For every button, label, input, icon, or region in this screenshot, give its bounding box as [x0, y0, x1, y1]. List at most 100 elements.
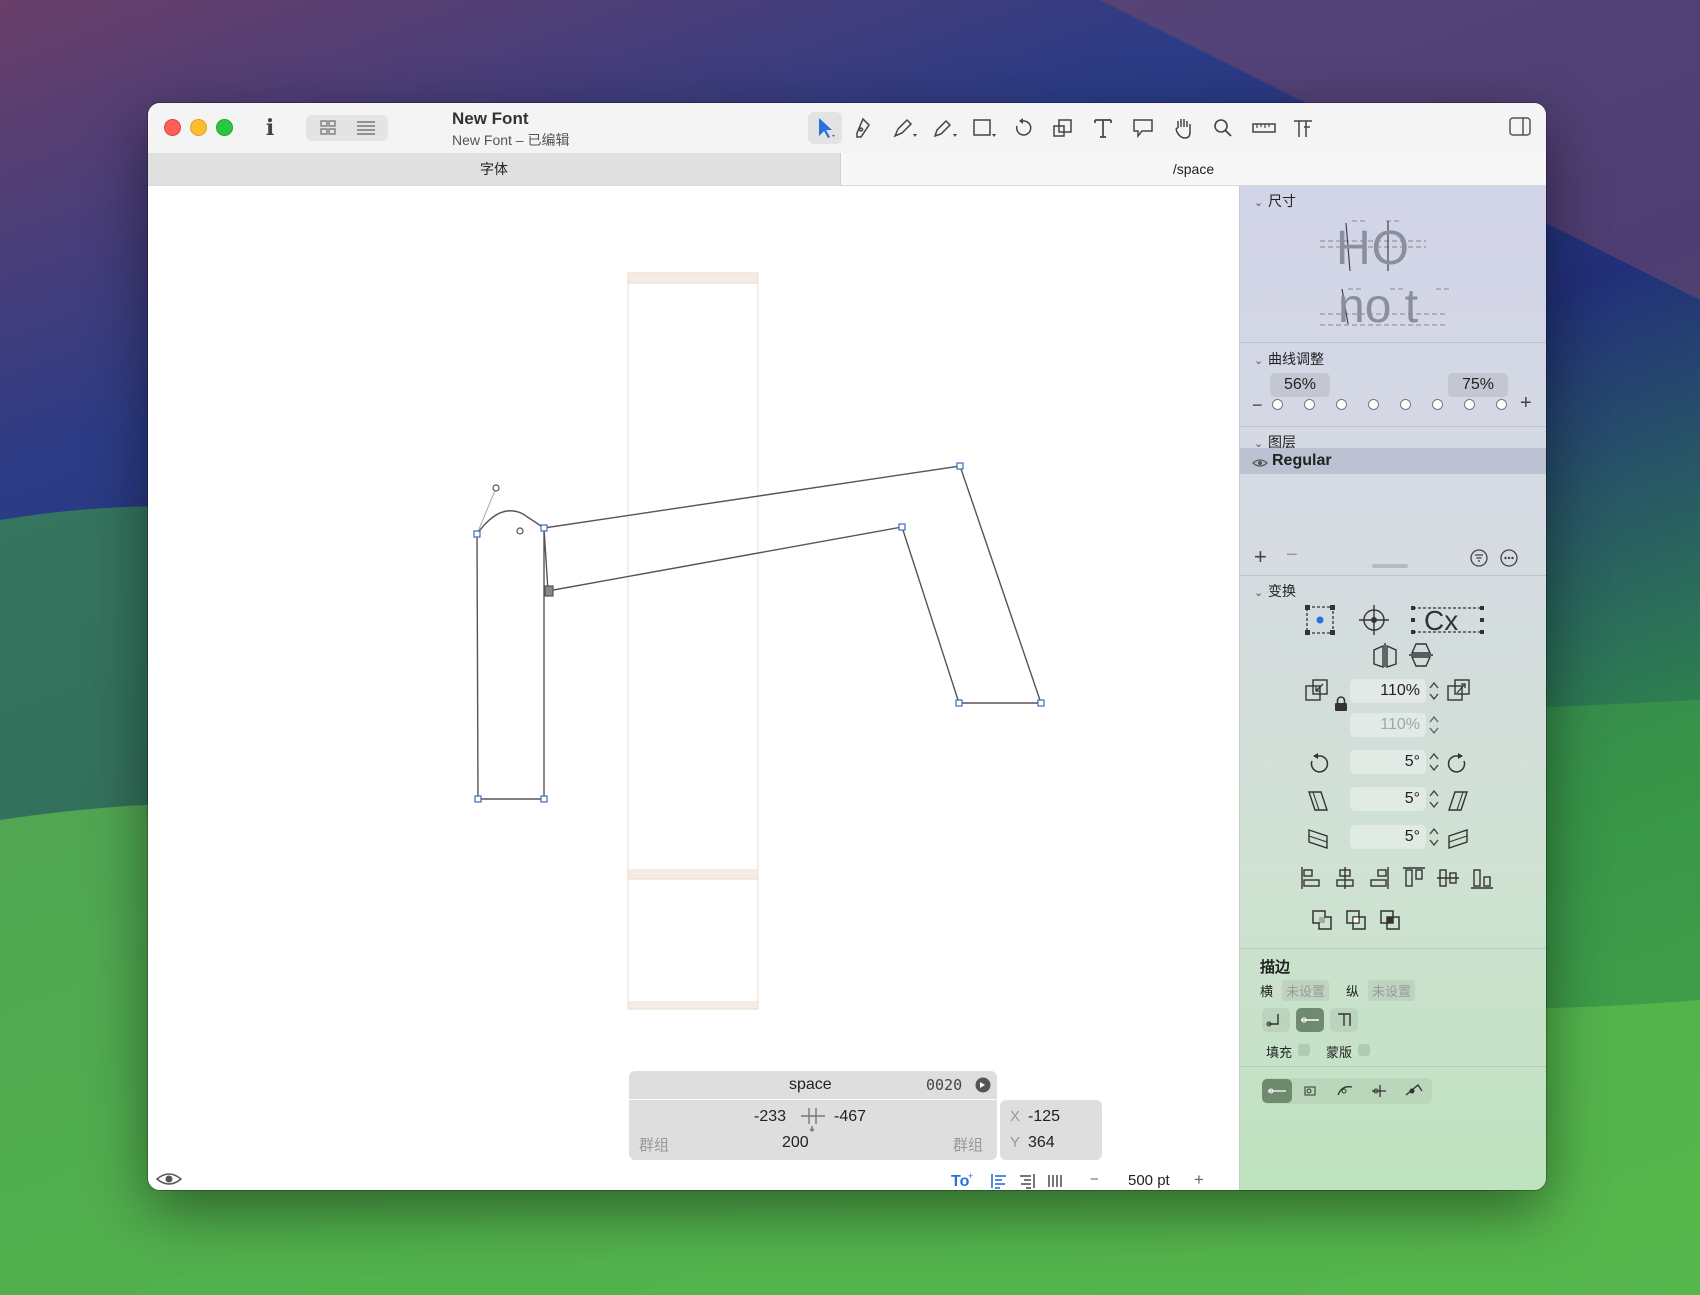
scale-up-icon[interactable] [1446, 678, 1472, 709]
curvature-slider[interactable] [1270, 399, 1520, 415]
flip-vertical-icon[interactable] [1408, 642, 1434, 673]
section-dimensions[interactable]: ⌄ 尺寸 [1254, 191, 1296, 211]
slant-y-field[interactable]: 5° [1350, 825, 1426, 849]
glyph-edit-canvas[interactable]: space 0020 -233 -467 群组 200 群组 X -125 Y … [148, 186, 1238, 1190]
layer-name[interactable]: Regular [1272, 452, 1332, 470]
font-size-value[interactable]: 500 pt [1128, 1172, 1170, 1189]
go-arrow-icon[interactable] [975, 1077, 991, 1098]
align-left-icon[interactable] [990, 1173, 1008, 1190]
rotate-field[interactable]: 5° [1350, 750, 1426, 774]
y-value[interactable]: 364 [1028, 1134, 1055, 1152]
skew-down-icon[interactable] [1306, 827, 1330, 856]
transform-origin-crosshair-icon[interactable] [1358, 604, 1390, 641]
align-top-edges-icon[interactable] [1402, 866, 1426, 895]
glyph-unicode[interactable]: 0020 [926, 1076, 962, 1094]
glyph-name[interactable]: space [789, 1076, 832, 1094]
select-tool-icon[interactable] [808, 112, 842, 144]
chevron-down-icon[interactable]: ⌄ [1254, 586, 1268, 599]
stroke-vertical-field[interactable]: 未设置 [1368, 980, 1416, 1001]
scale-x-field[interactable]: 110% [1350, 679, 1426, 703]
view-mode-segmented-control[interactable] [306, 115, 388, 141]
slant-x-stepper[interactable] [1428, 788, 1440, 810]
chevron-down-icon[interactable]: ⌄ [1254, 354, 1268, 367]
union-icon[interactable] [1310, 908, 1334, 937]
transform-origin-bbox-icon[interactable] [1304, 604, 1336, 641]
rotate-tool-icon[interactable] [1006, 112, 1040, 144]
curvature-slider-stop[interactable] [1400, 399, 1411, 410]
align-left-edges-icon[interactable] [1300, 866, 1322, 895]
tab-font[interactable]: 字体 [148, 153, 841, 185]
mask-checkbox[interactable] [1358, 1044, 1370, 1056]
rotate-counterclockwise-icon[interactable] [1306, 752, 1330, 781]
subtract-icon[interactable] [1344, 908, 1368, 937]
flip-horizontal-icon[interactable] [1372, 642, 1398, 673]
pen-tool-icon[interactable] [846, 112, 880, 144]
preview-eye-icon[interactable] [155, 1171, 183, 1190]
scale-tool-icon[interactable] [1046, 112, 1080, 144]
glyph-outline[interactable] [476, 465, 1042, 800]
glyph-width[interactable]: 200 [782, 1134, 809, 1152]
align-vertical-centers-icon[interactable] [1436, 866, 1460, 895]
annotation-tool-icon[interactable] [1126, 112, 1160, 144]
curvature-slider-stop[interactable] [1432, 399, 1443, 410]
node-type-cusp-button[interactable] [1364, 1079, 1394, 1103]
type-tool-icon[interactable] [1286, 112, 1320, 144]
dimensions-preview[interactable]: HO no t [1318, 219, 1468, 339]
close-window-button[interactable] [164, 119, 181, 136]
stroke-position-inside-button[interactable] [1330, 1008, 1358, 1032]
curvature-right-value[interactable]: 75% [1448, 373, 1508, 397]
section-curvature[interactable]: ⌄ 曲线调整 [1254, 349, 1324, 369]
align-right-icon[interactable] [1018, 1173, 1036, 1190]
node-type-tangent-button[interactable] [1330, 1079, 1360, 1103]
section-transform[interactable]: ⌄ 变换 [1254, 581, 1296, 601]
intersect-icon[interactable] [1378, 908, 1402, 937]
left-sidebearing[interactable]: -233 [754, 1108, 786, 1126]
scale-x-stepper[interactable] [1428, 680, 1440, 702]
right-group[interactable]: 群组 [953, 1134, 983, 1155]
vertical-text-icon[interactable] [1046, 1173, 1064, 1190]
add-layer-button[interactable]: + [1254, 544, 1267, 570]
skew-up-icon[interactable] [1446, 827, 1470, 856]
slant-x-field[interactable]: 5° [1350, 787, 1426, 811]
grid-view-icon[interactable] [310, 118, 346, 138]
measure-tool-icon[interactable] [1246, 112, 1280, 144]
left-group[interactable]: 群组 [639, 1134, 669, 1155]
slant-y-stepper[interactable] [1428, 826, 1440, 848]
x-value[interactable]: -125 [1028, 1108, 1060, 1126]
outline-nodes[interactable] [473, 462, 1045, 803]
curvature-left-value[interactable]: 56% [1270, 373, 1330, 397]
node-type-auto-button[interactable] [1398, 1079, 1428, 1103]
stroke-position-center-button[interactable] [1296, 1008, 1324, 1032]
align-right-edges-icon[interactable] [1368, 866, 1390, 895]
zoom-tool-icon[interactable] [1206, 112, 1240, 144]
list-view-icon[interactable] [348, 118, 384, 138]
slant-right-icon[interactable] [1446, 789, 1470, 818]
draw-tool-icon[interactable] [886, 112, 920, 144]
scale-down-icon[interactable] [1304, 678, 1330, 709]
zoom-out-button[interactable]: − [1090, 1171, 1099, 1188]
align-horizontal-centers-icon[interactable] [1334, 866, 1356, 895]
info-icon[interactable]: i [258, 113, 282, 143]
lock-icon[interactable] [1334, 696, 1348, 717]
filter-icon[interactable] [1470, 549, 1488, 572]
hand-tool-icon[interactable] [1166, 112, 1200, 144]
layer-row[interactable]: Regular [1240, 448, 1546, 474]
text-tool-icon[interactable] [1086, 112, 1120, 144]
rotate-stepper[interactable] [1428, 751, 1440, 773]
fill-checkbox[interactable] [1298, 1044, 1310, 1056]
transform-metrics-origin-icon[interactable]: Cx [1410, 604, 1486, 641]
more-options-icon[interactable] [1500, 549, 1518, 572]
pencil-tool-icon[interactable] [926, 112, 960, 144]
zoom-window-button[interactable] [216, 119, 233, 136]
minimize-window-button[interactable] [190, 119, 207, 136]
stroke-horizontal-field[interactable]: 未设置 [1282, 980, 1330, 1001]
node-type-corner-button[interactable] [1262, 1079, 1292, 1103]
scale-y-field[interactable]: 110% [1350, 713, 1426, 737]
right-sidebearing[interactable]: -467 [834, 1108, 866, 1126]
sidebar-toggle-icon[interactable] [1508, 115, 1532, 139]
curvature-slider-stop[interactable] [1336, 399, 1347, 410]
curvature-slider-stop[interactable] [1304, 399, 1315, 410]
resize-handle[interactable] [1372, 564, 1408, 568]
zoom-in-button[interactable]: + [1194, 1170, 1204, 1190]
text-tool-options-icon[interactable]: To + [950, 1171, 976, 1190]
